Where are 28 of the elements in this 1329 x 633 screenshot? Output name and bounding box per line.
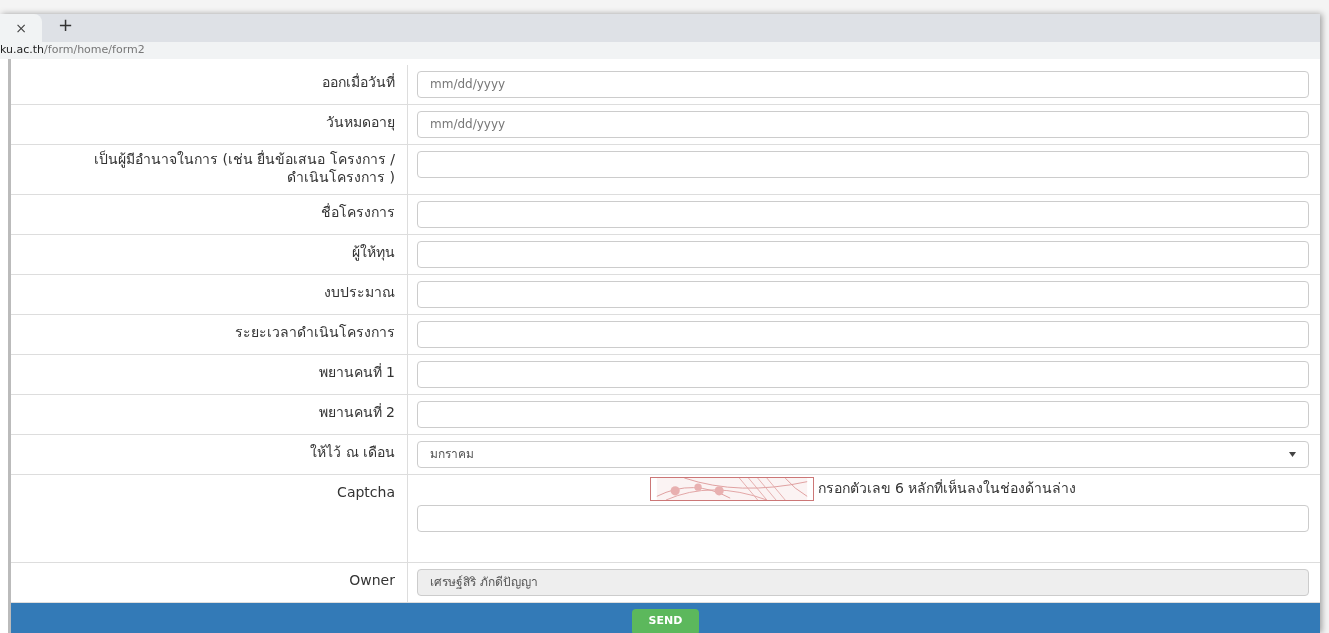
captcha-field[interactable] (417, 504, 1309, 532)
field-label: เป็นผู้มีอำนาจในการ (เช่น ยื่นข้อเสนอ โครงการ /ดำเนินโครงการ ) (93, 149, 395, 186)
field-label: Owner (348, 570, 395, 589)
text-field[interactable] (417, 320, 1309, 348)
field-label: ชื่อโครงการ (320, 202, 395, 221)
caret-icon (1289, 451, 1296, 457)
captcha-hint: กรอกตัวเลข 6 หลักที่เห็นลงในช่องด้านล่าง (817, 478, 1077, 498)
field-label: ให้ไว้ ณ เดือน (309, 442, 395, 461)
address-bar[interactable]: ku.ac.th/form/home/form2 (0, 42, 145, 59)
text-field[interactable] (417, 150, 1309, 178)
field-label: วันหมดอายุ (325, 112, 395, 131)
owner-field: เศรษฐ์สิริ ภักดีปัญญา (417, 568, 1309, 596)
text-field[interactable] (417, 240, 1309, 268)
date-field[interactable]: mm/dd/yyyy (417, 70, 1309, 98)
text-field[interactable] (417, 280, 1309, 308)
field-label: ออกเมื่อวันที่ (321, 72, 395, 91)
month-select[interactable]: มกราคม (417, 440, 1309, 468)
date-field[interactable]: mm/dd/yyyy (417, 110, 1309, 138)
field-label: พยานคนที่ 2 (317, 402, 395, 421)
field-label: Captcha (336, 482, 395, 501)
new-tab-button[interactable]: + (58, 11, 74, 38)
field-label: พยานคนที่ 1 (317, 362, 395, 381)
field-label: ระยะเวลาดำเนินโครงการ (234, 322, 395, 341)
text-field[interactable] (417, 360, 1309, 388)
text-field[interactable] (417, 200, 1309, 228)
field-label: งบประมาณ (323, 282, 395, 301)
field-label: ผู้ให้ทุน (351, 242, 395, 261)
text-field[interactable] (417, 400, 1309, 428)
